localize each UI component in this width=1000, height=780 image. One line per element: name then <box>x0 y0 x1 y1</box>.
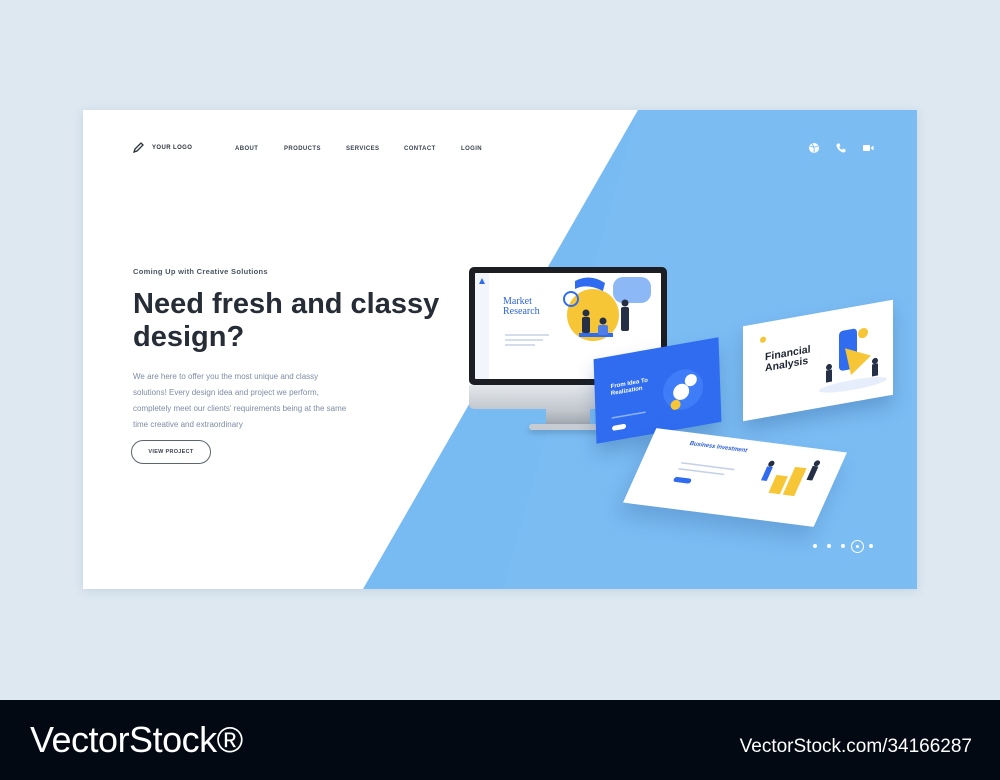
nav-services[interactable]: SERVICES <box>346 146 379 152</box>
hero-description: We are here to offer you the most unique… <box>133 372 347 429</box>
view-project-button[interactable]: VIEW PROJECT <box>131 440 211 464</box>
nav-products[interactable]: PRODUCTS <box>284 146 321 152</box>
brand-logo[interactable]: YOUR LOGO <box>133 142 192 153</box>
pencil-icon <box>133 142 144 153</box>
logo-text: YOUR LOGO <box>152 144 193 151</box>
nav-contact[interactable]: CONTACT <box>404 146 436 152</box>
watermark-bar: VectorStock® VectorStock.com/34166287 <box>0 700 1000 780</box>
slider-dot-2[interactable] <box>827 544 831 548</box>
nav-login[interactable]: LOGIN <box>461 146 482 152</box>
watermark-id: VectorStock.com/34166287 <box>739 736 972 757</box>
slider-dot-3[interactable] <box>841 544 845 548</box>
hero-headline: Need fresh and classy design? <box>133 288 440 353</box>
nav-about[interactable]: ABOUT <box>235 146 258 152</box>
hero-tagline: Coming Up with Creative Solutions <box>133 267 268 276</box>
phone-icon[interactable] <box>835 142 847 154</box>
dribbble-icon[interactable] <box>808 142 820 154</box>
slider-dot-active[interactable] <box>851 540 864 553</box>
slider-dot-5[interactable] <box>869 544 873 548</box>
monitor-stand <box>546 409 590 425</box>
video-icon[interactable] <box>862 142 874 154</box>
monitor-screen-title: Market Research <box>503 296 540 317</box>
watermark-logo: VectorStock® <box>30 719 243 760</box>
slider-dot-1[interactable] <box>813 544 817 548</box>
landing-page-card: YOUR LOGO ABOUT PRODUCTS SERVICES CONTAC… <box>83 110 917 589</box>
